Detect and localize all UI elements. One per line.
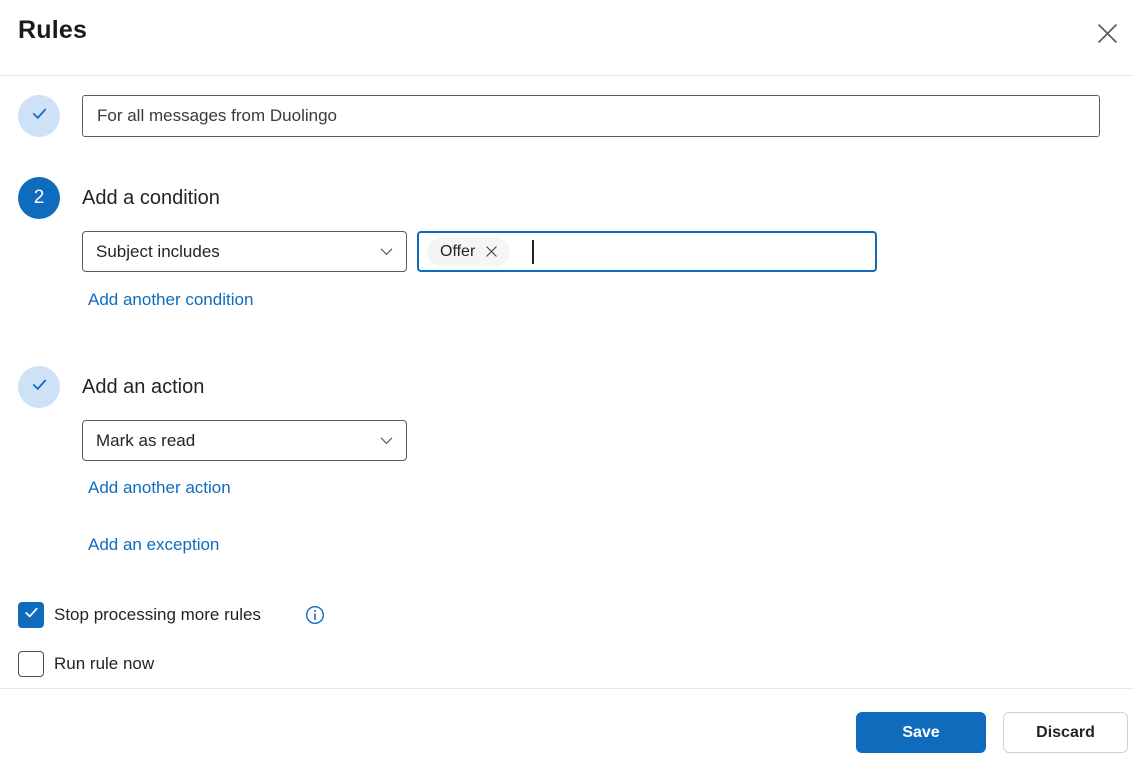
step-number: 2 bbox=[33, 187, 45, 208]
info-button[interactable] bbox=[304, 605, 326, 627]
info-icon bbox=[305, 605, 325, 628]
close-icon bbox=[1095, 21, 1120, 49]
checkmark-icon bbox=[29, 374, 50, 400]
step-2-badge: 2 bbox=[18, 177, 60, 219]
run-rule-now-checkbox[interactable] bbox=[18, 651, 44, 677]
condition-value-input[interactable]: Offer bbox=[417, 231, 877, 272]
stop-processing-checkbox[interactable] bbox=[18, 602, 44, 628]
page-title: Rules bbox=[18, 16, 88, 44]
condition-chip: Offer bbox=[427, 237, 511, 266]
stop-processing-label: Stop processing more rules bbox=[54, 605, 261, 624]
add-an-exception-link[interactable]: Add an exception bbox=[88, 535, 219, 555]
save-button[interactable]: Save bbox=[856, 712, 986, 753]
step-complete-badge-action bbox=[18, 366, 60, 408]
close-button[interactable] bbox=[1090, 18, 1124, 52]
header-divider bbox=[0, 75, 1134, 76]
rule-name-input[interactable] bbox=[82, 95, 1100, 137]
text-caret bbox=[532, 239, 535, 264]
add-another-condition-link[interactable]: Add another condition bbox=[88, 290, 253, 310]
chevron-down-icon bbox=[379, 433, 394, 448]
discard-button[interactable]: Discard bbox=[1003, 712, 1128, 753]
run-rule-now-label: Run rule now bbox=[54, 654, 155, 673]
action-dropdown[interactable]: Mark as read bbox=[82, 420, 407, 461]
condition-heading: Add a condition bbox=[82, 186, 220, 209]
chip-label: Offer bbox=[440, 242, 476, 260]
add-another-action-link[interactable]: Add another action bbox=[88, 478, 231, 498]
chevron-down-icon bbox=[379, 244, 394, 259]
action-heading: Add an action bbox=[82, 375, 205, 398]
step-complete-badge-name bbox=[18, 95, 60, 137]
checkmark-icon bbox=[23, 604, 40, 626]
footer-divider bbox=[0, 688, 1134, 689]
chip-dismiss-icon[interactable] bbox=[485, 245, 498, 258]
action-dropdown-value: Mark as read bbox=[96, 430, 196, 450]
condition-dropdown[interactable]: Subject includes bbox=[82, 231, 407, 272]
checkmark-icon bbox=[29, 103, 50, 129]
condition-dropdown-value: Subject includes bbox=[96, 241, 220, 261]
rules-dialog: Rules 2 Add a condition Subject includes bbox=[0, 0, 1134, 763]
